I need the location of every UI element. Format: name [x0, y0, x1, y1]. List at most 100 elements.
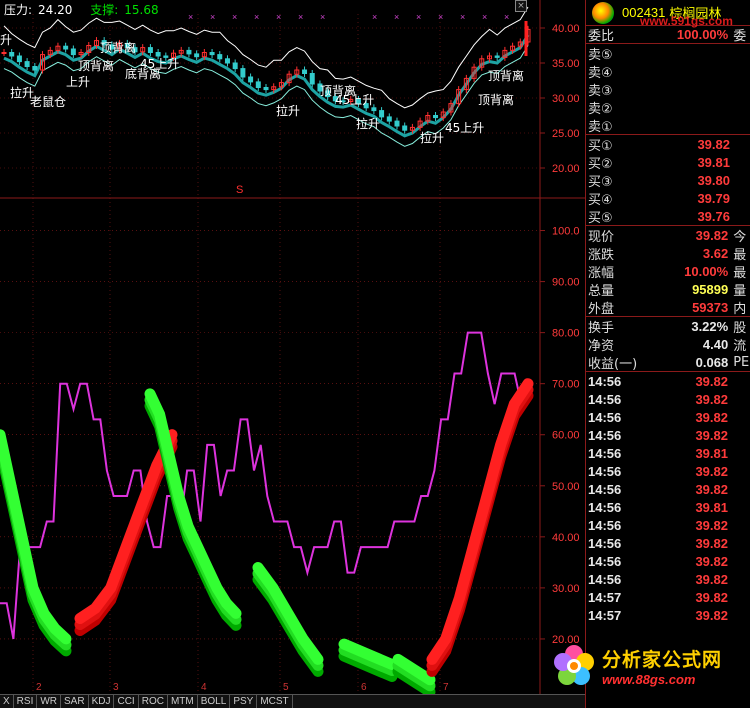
watermark-top: www.591gs.com [640, 14, 733, 28]
chart-annotation: 拉升 [356, 116, 380, 131]
buy-row: 买⑤ 39.76 [586, 207, 750, 226]
buy-price: 39.81 [697, 154, 730, 170]
date-label: 4 [201, 682, 207, 693]
tick-time: 14:56 [588, 409, 622, 425]
date-label: 2 [36, 682, 42, 693]
tick-price: 39.82 [695, 571, 728, 587]
x-marker: × [276, 12, 281, 22]
buy-label: 买③ [588, 174, 613, 190]
x-marker: × [416, 12, 421, 22]
quote-label: 总量 [588, 283, 615, 299]
tick-row: 14:56 39.82 [586, 408, 750, 426]
x-marker: × [320, 12, 325, 22]
tick-price: 39.82 [695, 463, 728, 479]
quote-value: 95899 [692, 281, 729, 297]
sell-row: 卖③ [586, 80, 750, 99]
tick-row: 14:56 39.82 [586, 516, 750, 534]
candle-body [32, 66, 38, 71]
tick-time: 14:56 [588, 463, 622, 479]
indicator-tab[interactable]: X [0, 695, 14, 708]
chart-annotation: 拉升 [420, 130, 444, 145]
tick-row: 14:56 39.82 [586, 462, 750, 480]
candle-body [147, 47, 153, 53]
indicator-tab[interactable]: MTM [168, 695, 198, 708]
weibi-value: 100.00% [676, 27, 729, 42]
candle-body [402, 125, 408, 131]
date-label: 7 [443, 682, 449, 693]
top-y-tick-label: 20.00 [552, 163, 580, 175]
candle-body [186, 49, 192, 55]
buy-price: 39.76 [697, 208, 730, 224]
bottom-y-tick-label: 80.00 [552, 328, 580, 340]
sell-row: 卖⑤ [586, 44, 750, 63]
indicator-tab[interactable]: KDJ [89, 695, 115, 708]
buy-row: 买① 39.82 [586, 135, 750, 154]
date-label: 3 [113, 682, 119, 693]
indicator-tab[interactable]: SAR [61, 695, 89, 708]
quote-panel: 002431 棕榈园林 委比 100.00% 委 卖⑤ 卖④ 卖③ 卖② 卖① 买① 39… [585, 0, 750, 708]
x-marker: × [254, 12, 259, 22]
buy-label: 买① [588, 138, 613, 154]
fundamental-value: 0.068 [695, 354, 729, 370]
quote-row: 涨跌 3.62 最 [586, 244, 750, 263]
candle-body [379, 110, 385, 118]
top-legend: 压力: 24.20 支撑: 15.68 [4, 1, 165, 18]
tick-time: 14:56 [588, 427, 622, 443]
indicator-tab[interactable]: RSI [14, 695, 38, 708]
candle-body [209, 52, 215, 56]
indicator-tab[interactable]: WR [37, 695, 62, 708]
buy-row: 买② 39.81 [586, 153, 750, 172]
support-label: 支撑: [90, 3, 119, 17]
buy-orders: 买① 39.82 买② 39.81 买③ 39.80 买④ 39.79 买⑤ 39.76 [586, 135, 750, 226]
indicator-tab[interactable]: CCI [114, 695, 139, 708]
quote-label: 现价 [588, 229, 615, 245]
sell-row: 卖④ [586, 62, 750, 81]
tick-time: 14:56 [588, 535, 622, 551]
close-icon[interactable]: × [515, 0, 527, 12]
x-marker: × [438, 12, 443, 22]
quote-block: 现价 39.82 今涨跌 3.62 最涨幅 10.00% 最总量 95899 量外盘 59373 内 [586, 226, 750, 317]
tick-price: 39.82 [695, 373, 728, 389]
x-marker: × [460, 12, 465, 22]
chart-annotation: 老鼠仓 [30, 95, 66, 109]
fundamental-suffix: PE [733, 354, 750, 370]
fundamental-label: 净资 [588, 338, 615, 354]
quote-value: 10.00% [684, 263, 729, 279]
support-value: 15.68 [124, 3, 159, 17]
candle-body [24, 61, 30, 67]
candle-body [240, 68, 246, 78]
candle-body [155, 52, 161, 57]
candle-body [302, 69, 308, 74]
tick-row: 14:56 39.82 [586, 534, 750, 552]
tick-row: 14:56 39.82 [586, 426, 750, 444]
indicator-tab[interactable]: MCST [257, 695, 293, 708]
quote-row: 外盘 59373 内 [586, 298, 750, 317]
x-marker: × [394, 12, 399, 22]
watermark-url: www.88gs.com [602, 672, 696, 687]
chart-annotation: 拉升 [276, 103, 300, 118]
quote-value: 59373 [692, 299, 729, 315]
candle-body [433, 115, 439, 119]
tick-price: 39.82 [695, 481, 728, 497]
indicator-tab[interactable]: ROC [139, 695, 168, 708]
weibi-row: 委比 100.00% 委 [586, 26, 750, 44]
indicator-tab[interactable]: BOLL [198, 695, 231, 708]
indicator-tabs: X RSI WR SAR KDJ CCI ROC MTM BOLL PSY MCST [0, 694, 585, 708]
quote-row: 现价 39.82 今 [586, 226, 750, 245]
candle-body [224, 58, 230, 64]
tick-row: 14:56 39.82 [586, 480, 750, 498]
tick-list: 14:56 39.82 14:56 39.82 14:56 39.82 14:56 39.82… [586, 372, 750, 624]
fundamental-row: 收益(一) 0.068 PE [586, 353, 750, 372]
quote-label: 外盘 [588, 301, 615, 317]
sell-row: 卖① [586, 116, 750, 135]
tick-row: 14:57 39.82 [586, 606, 750, 624]
chart-annotation: 45上升 [445, 121, 484, 135]
indicator-tab[interactable]: PSY [230, 695, 258, 708]
chart-annotation: 45上升 [335, 93, 374, 107]
candle-body [232, 62, 238, 70]
tick-price: 39.81 [695, 499, 728, 515]
tick-row: 14:56 39.81 [586, 498, 750, 516]
tick-price: 39.82 [695, 391, 728, 407]
quote-label: 涨幅 [588, 265, 615, 281]
tick-price: 39.82 [695, 553, 728, 569]
